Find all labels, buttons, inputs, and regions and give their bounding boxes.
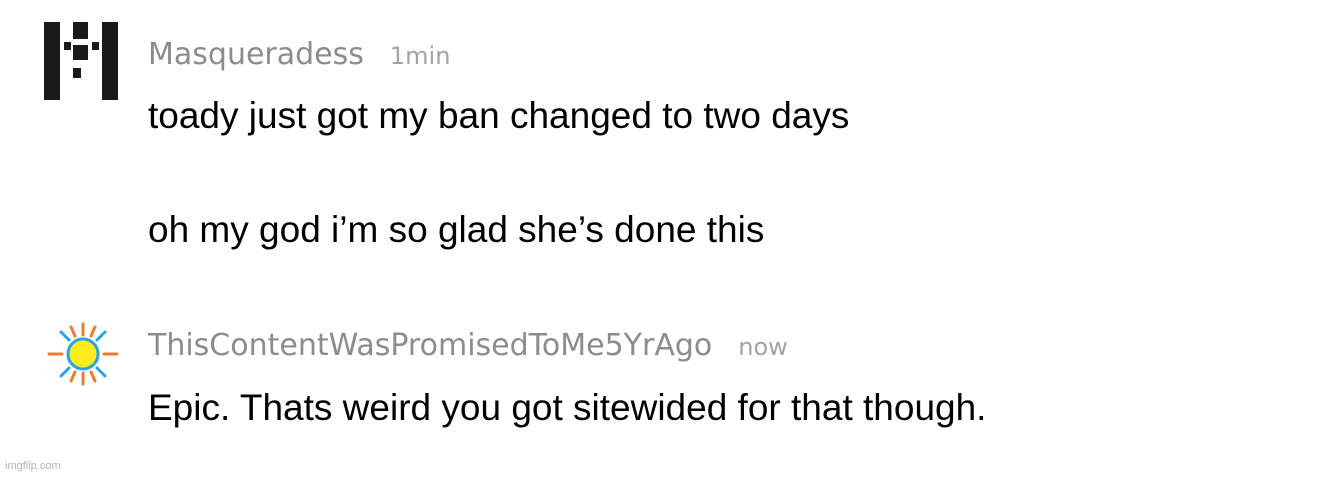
timestamp: now (738, 333, 788, 361)
sun-avatar-icon[interactable] (46, 322, 120, 386)
comment-text-line: oh my god i’m so glad she’s done this (148, 209, 765, 250)
comment-meta: Masqueradess 1min (148, 37, 450, 72)
comment-meta: ThisContentWasPromisedToMe5YrAgo now (148, 328, 788, 363)
comment-text-line: toady just got my ban changed to two day… (148, 95, 850, 136)
username[interactable]: Masqueradess (148, 37, 364, 72)
comment-text-line: Epic. Thats weird you got sitewided for … (148, 387, 987, 428)
watermark: imgflip.com (5, 460, 61, 472)
comment-2: ThisContentWasPromisedToMe5YrAgo now Epic… (0, 300, 1320, 460)
timestamp: 1min (389, 42, 451, 70)
comment-1: Masqueradess 1min toady just got my ban c… (0, 0, 1320, 290)
username[interactable]: ThisContentWasPromisedToMe5YrAgo (148, 328, 712, 363)
pixel-m-avatar-icon[interactable] (44, 22, 122, 100)
